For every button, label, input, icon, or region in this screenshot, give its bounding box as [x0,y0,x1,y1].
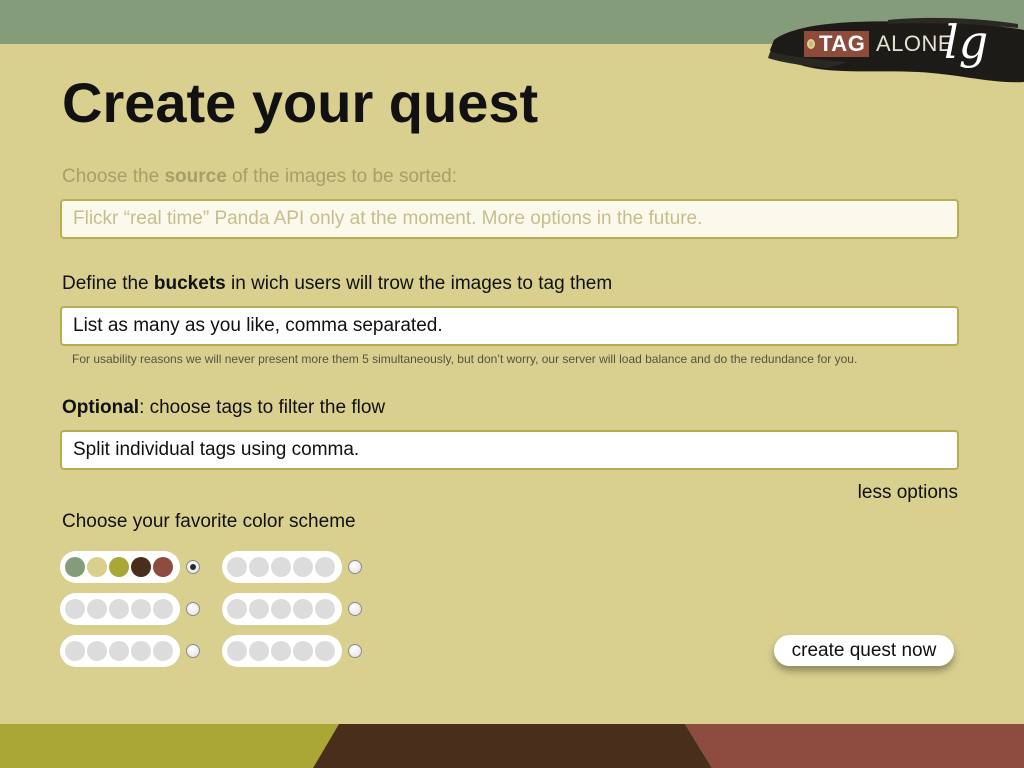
color-dot [131,641,151,661]
color-dot [271,557,291,577]
color-scheme-swatch[interactable] [222,635,342,667]
buckets-label-post: in wich users will trow the images to ta… [225,273,613,294]
color-dot [131,557,151,577]
color-dot [131,599,151,619]
color-dot [153,599,173,619]
page-title: Create your quest [62,70,538,136]
color-dot [293,557,313,577]
color-scheme-swatch[interactable] [60,635,180,667]
buckets-label: Define the buckets in wich users will tr… [62,272,612,296]
color-dot [109,641,129,661]
color-dot [249,641,269,661]
color-dot [315,599,335,619]
color-dot [109,557,129,577]
color-dot [153,557,173,577]
source-label-post: of the images to be sorted: [226,166,458,187]
color-dot [315,641,335,661]
footer-band-olive [0,724,339,768]
color-dot [293,599,313,619]
color-dot [65,641,85,661]
color-scheme-swatch[interactable] [222,593,342,625]
color-dot [271,599,291,619]
color-dot [109,599,129,619]
color-scheme-radio[interactable] [348,602,362,616]
page-title-bold: Create [62,71,237,134]
color-dot [87,557,107,577]
color-scheme-radio[interactable] [186,644,200,658]
footer-color-bands [0,724,1024,768]
color-scheme-swatch[interactable] [60,551,180,583]
color-dot [87,641,107,661]
source-field: Flickr “real time” Panda API only at the… [60,199,959,239]
page-title-rest: your quest [236,71,539,134]
create-quest-button[interactable]: create quest now [774,635,954,666]
buckets-label-bold: buckets [153,273,226,294]
color-dot [249,599,269,619]
color-scheme-radio[interactable] [348,560,362,574]
less-options-link[interactable]: less options [858,481,958,505]
footer-band-rust [685,724,1024,768]
logo-alone-label: ALONE [876,31,954,56]
color-scheme-label: Choose your favorite color scheme [62,511,356,532]
filter-label-post: : choose tags to filter the flow [139,397,386,418]
tag-alone-logo[interactable]: TAG ALONE lg [768,12,1024,88]
color-scheme-swatch[interactable] [60,593,180,625]
source-label-bold: source [164,166,227,187]
filter-label: Optional: choose tags to filter the flow [62,396,385,420]
source-label-pre: Choose the [62,166,165,187]
color-dot [249,557,269,577]
color-scheme-radio[interactable] [186,602,200,616]
source-label: Choose the source of the images to be so… [62,165,457,189]
footer-band-brown [313,724,712,768]
color-dot [293,641,313,661]
logo-script-signature: lg [944,15,989,69]
color-dot [65,599,85,619]
color-dot [227,641,247,661]
filter-label-bold: Optional [62,397,140,418]
color-dot [227,599,247,619]
color-dot [315,557,335,577]
color-dot [271,641,291,661]
color-dot [227,557,247,577]
color-scheme-radio[interactable] [186,560,200,574]
color-dot [87,599,107,619]
color-dot [153,641,173,661]
filter-tags-input[interactable]: Split individual tags using comma. [60,430,959,470]
buckets-hint: For usability reasons we will never pres… [72,352,858,366]
color-scheme-radio[interactable] [348,644,362,658]
buckets-input[interactable]: List as many as you like, comma separate… [60,306,959,346]
buckets-label-pre: Define the [62,273,154,294]
color-dot [65,557,85,577]
tag-hole-icon [807,39,815,49]
color-scheme-swatch[interactable] [222,551,342,583]
